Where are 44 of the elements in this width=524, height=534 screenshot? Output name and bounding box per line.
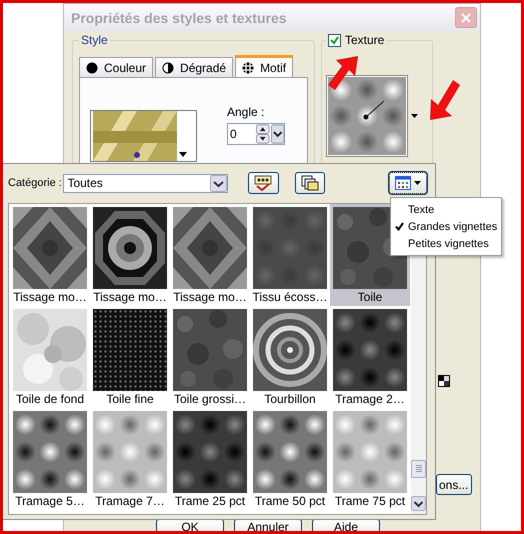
thumbnail-label: Toile <box>358 290 382 304</box>
pattern-thumbnail[interactable]: Tissage mo… <box>10 204 90 306</box>
pattern-thumbnail[interactable]: Tissu écoss… <box>250 204 330 306</box>
options-button[interactable]: ons... <box>436 474 472 495</box>
pattern-thumbnail[interactable]: Tissage mo… <box>90 204 170 306</box>
pattern-thumbnail[interactable]: Trame 50 pct <box>250 408 330 510</box>
pattern-thumbnail[interactable]: Trame 75 pct <box>330 408 410 510</box>
pattern-thumbnail[interactable]: Tramage 2… <box>330 306 410 408</box>
thumbnail-label: Toile grossi… <box>174 392 246 406</box>
category-label: Catégorie : <box>8 177 63 189</box>
thumbnail-label: Tissu écoss… <box>252 290 328 304</box>
dialog-button[interactable]: OK <box>156 519 224 531</box>
tab[interactable]: Dégradé <box>155 57 234 77</box>
pattern-thumbnail[interactable]: Toile de fond <box>10 306 90 408</box>
thumbnail-label: Tissage mo… <box>173 290 247 304</box>
thumbnail-label: Tissage mo… <box>93 290 167 304</box>
pattern-thumbnail[interactable]: Toile fine <box>90 306 170 408</box>
pattern-thumbnail[interactable]: Toile grossi… <box>170 306 250 408</box>
angle-label: Angle : <box>227 105 266 119</box>
pattern-thumbnail[interactable]: Tramage 7… <box>90 408 170 510</box>
angle-value[interactable]: 0 <box>228 127 256 141</box>
pattern-thumbnail[interactable]: Trame 25 pct <box>170 408 250 510</box>
thumbnail-label: Tissage mo… <box>13 290 87 304</box>
thumbnail-label: Toile fine <box>106 392 154 406</box>
category-dropdown[interactable]: Toutes <box>63 174 228 192</box>
thumbnail-label: Trame 50 pct <box>254 494 326 508</box>
dialog-button[interactable]: Annuler <box>234 519 302 531</box>
window-title: Propriétés des styles et textures <box>71 10 287 26</box>
dialog-button[interactable]: Aide <box>312 519 380 531</box>
thumbnail-label: Toile de fond <box>16 392 84 406</box>
pattern-thumbnail[interactable]: Tissage mo… <box>170 204 250 306</box>
thumbnail-label: Tramage 7… <box>95 494 165 508</box>
thumbnail-label: Tramage 5… <box>15 494 85 508</box>
angle-spinner[interactable]: 0 <box>227 123 285 145</box>
thumbnail-label: Tourbillon <box>264 392 316 406</box>
tab[interactable]: Couleur <box>79 57 154 77</box>
thumbnail-label: Tramage 2… <box>335 392 405 406</box>
pattern-thumbnail[interactable]: Tourbillon <box>250 306 330 408</box>
pattern-thumbnail[interactable]: Tramage 5… <box>10 408 90 510</box>
texture-label: Texture <box>345 33 384 47</box>
thumbnail-label: Trame 25 pct <box>174 494 246 508</box>
group-title: Style <box>80 33 109 47</box>
thumbnail-label: Trame 75 pct <box>334 494 406 508</box>
tab[interactable]: Motif <box>235 55 294 77</box>
